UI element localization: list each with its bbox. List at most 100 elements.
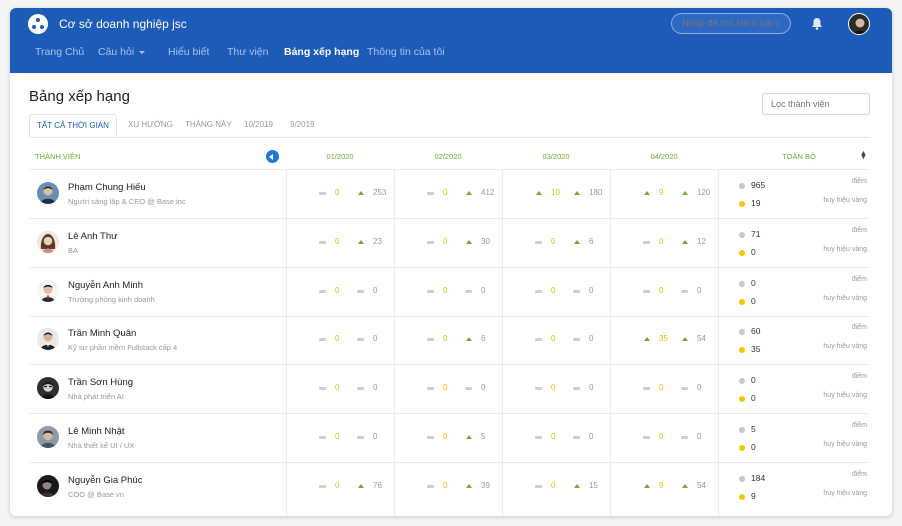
- member-avatar[interactable]: [37, 231, 59, 253]
- trend-flat-icon: [535, 290, 542, 293]
- brand-name[interactable]: Cơ sở doanh nghiệp jsc: [59, 17, 187, 31]
- total-points: 60: [751, 326, 761, 336]
- member-name[interactable]: Nguyễn Gia Phúc: [68, 475, 142, 486]
- month-cell: 00: [503, 414, 611, 463]
- month-cell: 06: [395, 316, 503, 365]
- tab-trending[interactable]: XU HƯỚNG: [128, 120, 173, 129]
- tab-9-2019[interactable]: 9/2019: [290, 120, 314, 129]
- points-label: điểm: [851, 276, 867, 283]
- month-badges: 0: [443, 432, 448, 441]
- table-row: Phạm Chung Hiếu Người sáng lập & CEO @ Ba…: [10, 170, 892, 219]
- month-cell: 00: [611, 414, 719, 463]
- member-name[interactable]: Phạm Chung Hiếu: [68, 182, 146, 193]
- member-name[interactable]: Nguyễn Anh Minh: [68, 280, 143, 291]
- trend-flat-icon: [427, 338, 434, 341]
- month-cell: 0 39: [395, 463, 503, 512]
- member-avatar[interactable]: [37, 475, 59, 497]
- month-cell: 00: [287, 414, 395, 463]
- month-points: 180: [589, 188, 603, 197]
- month-badges: 0: [335, 383, 340, 392]
- member-avatar[interactable]: [37, 426, 59, 448]
- month-badges: 0: [335, 432, 340, 441]
- total-points: 5: [751, 424, 756, 434]
- nav-leaderboard[interactable]: Bảng xếp hạng: [284, 46, 359, 58]
- trend-flat-icon: [643, 436, 650, 439]
- points-dot-icon: [739, 378, 745, 384]
- search-input[interactable]: [671, 13, 791, 34]
- month-points: 39: [481, 481, 490, 490]
- nav-home[interactable]: Trang Chủ: [35, 46, 84, 58]
- trend-flat-icon: [535, 387, 542, 390]
- column-header-month: 03/2020: [542, 152, 570, 161]
- trend-flat-icon: [643, 387, 650, 390]
- tab-10-2019[interactable]: 10/2019: [244, 120, 273, 129]
- chevron-left-icon[interactable]: [266, 150, 279, 163]
- trend-flat-icon: [427, 485, 434, 488]
- trend-flat-icon: [427, 241, 434, 244]
- user-avatar[interactable]: [848, 13, 870, 35]
- member-name[interactable]: Trần Sơn Hùng: [68, 377, 133, 388]
- month-points: 12: [697, 237, 706, 246]
- gold-badges-label: huy hiệu vàng: [823, 246, 867, 253]
- column-header-total[interactable]: TOÀN BỘ: [782, 152, 816, 161]
- month-cell: 0 30: [395, 219, 503, 268]
- tab-all-time[interactable]: TẤT CẢ THỜI GIAN: [29, 114, 117, 138]
- month-points: 0: [373, 432, 378, 441]
- points-dot-icon: [739, 476, 745, 482]
- month-cell: 9 120: [611, 170, 719, 219]
- gold-badge-dot-icon: [739, 299, 745, 305]
- month-points: 54: [697, 481, 706, 490]
- trend-up-icon: [644, 337, 650, 341]
- month-badges: 0: [443, 188, 448, 197]
- points-label: điểm: [851, 324, 867, 331]
- trend-flat-icon: [319, 192, 326, 195]
- month-badges: 0: [443, 383, 448, 392]
- trend-flat-icon: [465, 290, 472, 293]
- points-dot-icon: [739, 183, 745, 189]
- member-title: Người sáng lập & CEO @ Base inc: [68, 197, 186, 206]
- month-cell: 0 12: [611, 219, 719, 268]
- month-points: 0: [481, 383, 486, 392]
- month-cell: 00: [395, 268, 503, 317]
- trend-flat-icon: [357, 436, 364, 439]
- member-avatar[interactable]: [37, 182, 59, 204]
- member-title: BA: [68, 246, 79, 255]
- trend-up-icon: [358, 240, 364, 244]
- trend-flat-icon: [535, 436, 542, 439]
- sort-icon[interactable]: ▲ ▼: [860, 150, 867, 161]
- logo-icon[interactable]: [28, 14, 48, 34]
- month-points: 0: [589, 383, 594, 392]
- month-badges: 0: [551, 432, 556, 441]
- month-points: 6: [589, 237, 594, 246]
- member-avatar[interactable]: [37, 377, 59, 399]
- member-avatar[interactable]: [37, 328, 59, 350]
- total-cell: 184 điểm 9 huy hiệu vàng: [728, 463, 870, 512]
- member-avatar[interactable]: [37, 280, 59, 302]
- trend-flat-icon: [643, 290, 650, 293]
- month-badges: 0: [443, 481, 448, 490]
- member-title: Trưởng phòng kinh doanh: [68, 295, 155, 304]
- bell-icon[interactable]: [811, 17, 823, 30]
- trend-up-icon: [644, 484, 650, 488]
- trend-flat-icon: [535, 241, 542, 244]
- member-name[interactable]: Lê Minh Nhật: [68, 426, 125, 437]
- filter-members-input[interactable]: [762, 93, 870, 115]
- tab-this-month[interactable]: THÁNG NÀY: [185, 120, 232, 129]
- nav-library[interactable]: Thư viện: [227, 46, 268, 58]
- nav-my-profile[interactable]: Thông tin của tôi: [367, 46, 445, 58]
- nav-questions[interactable]: Câu hỏi: [98, 46, 146, 58]
- total-cell: 60 điểm 35 huy hiệu vàng: [728, 316, 870, 365]
- month-points: 0: [589, 334, 594, 343]
- trend-flat-icon: [681, 387, 688, 390]
- month-badges: 0: [335, 481, 340, 490]
- table-row: Nguyễn Gia Phúc COO @ Base.vn 0 76 0 39 0 15 9 54…: [10, 463, 892, 512]
- trend-flat-icon: [681, 436, 688, 439]
- month-badges: 9: [659, 481, 664, 490]
- trend-flat-icon: [643, 241, 650, 244]
- table-row: Lê Minh Nhật Nhà thiết kế UI / UX 0 0 0 5 0 0 0 0…: [10, 414, 892, 463]
- nav-knowledge[interactable]: Hiểu biết: [168, 46, 209, 58]
- member-name[interactable]: Lê Anh Thư: [68, 231, 118, 242]
- member-name[interactable]: Trần Minh Quân: [68, 328, 136, 339]
- table-row: Lê Anh Thư BA 0 23 0 30 0 6 0 12 71 điểm 0 huy hiệu v…: [10, 219, 892, 268]
- month-badges: 0: [659, 237, 664, 246]
